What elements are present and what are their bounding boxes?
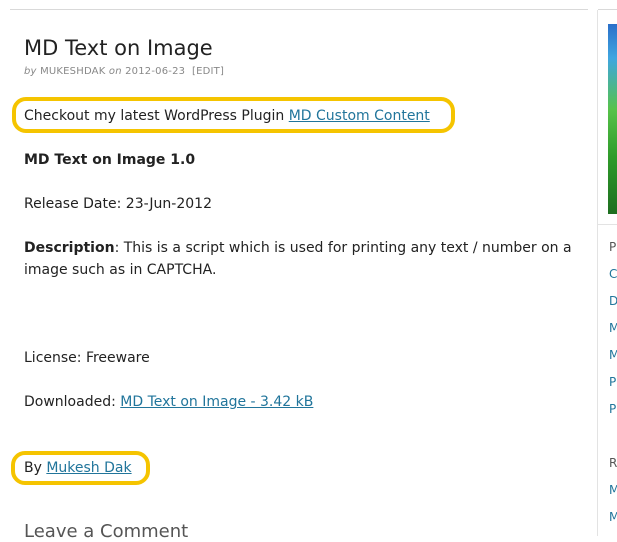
sidebar-link[interactable]: C — [609, 267, 617, 281]
license: License: Freeware — [24, 350, 150, 366]
sidebar-link[interactable]: M — [609, 510, 617, 524]
top-divider — [10, 9, 588, 10]
sidebar-divider — [598, 224, 617, 225]
sidebar-heading: R — [609, 456, 617, 470]
sidebar-heading: P — [609, 240, 617, 254]
byline-label: By — [24, 460, 47, 476]
sidebar-image[interactable] — [608, 24, 617, 214]
plugin-promo-text: Checkout my latest WordPress Plugin — [24, 108, 289, 124]
sidebar-link[interactable]: D — [609, 294, 617, 308]
release-heading: MD Text on Image 1.0 — [24, 149, 195, 171]
author-link[interactable]: MUKESHDAK — [40, 66, 105, 77]
post-date: 2012-06-23 — [125, 66, 186, 77]
post-title[interactable]: MD Text on Image — [24, 36, 213, 60]
download-line: Downloaded: MD Text on Image - 3.42 kB — [24, 391, 313, 413]
description: Description: This is a script which is u… — [24, 237, 574, 281]
sidebar: P C D M M P P R M M — [597, 10, 617, 536]
meta-by: by — [24, 66, 37, 77]
sidebar-link[interactable]: M — [609, 321, 617, 335]
plugin-promo: Checkout my latest WordPress Plugin MD C… — [24, 105, 430, 127]
sidebar-link[interactable]: M — [609, 348, 617, 362]
download-link[interactable]: MD Text on Image - 3.42 kB — [120, 394, 313, 410]
leave-comment-heading: Leave a Comment — [24, 521, 189, 542]
description-label: Description — [24, 240, 115, 256]
plugin-link[interactable]: MD Custom Content — [289, 108, 430, 124]
sidebar-link[interactable]: P — [609, 402, 616, 416]
meta-on: on — [108, 66, 122, 77]
download-label: Downloaded: — [24, 394, 121, 410]
edit-link[interactable]: [EDIT] — [192, 66, 224, 77]
post-meta: by MUKESHDAK on 2012-06-23 [EDIT] — [24, 66, 224, 77]
sidebar-link[interactable]: M — [609, 483, 617, 497]
release-date: Release Date: 23-Jun-2012 — [24, 196, 212, 212]
byline: By Mukesh Dak — [24, 457, 132, 479]
sidebar-link[interactable]: P — [609, 375, 616, 389]
release-heading-text: MD Text on Image 1.0 — [24, 152, 196, 168]
author-profile-link[interactable]: Mukesh Dak — [46, 460, 131, 476]
